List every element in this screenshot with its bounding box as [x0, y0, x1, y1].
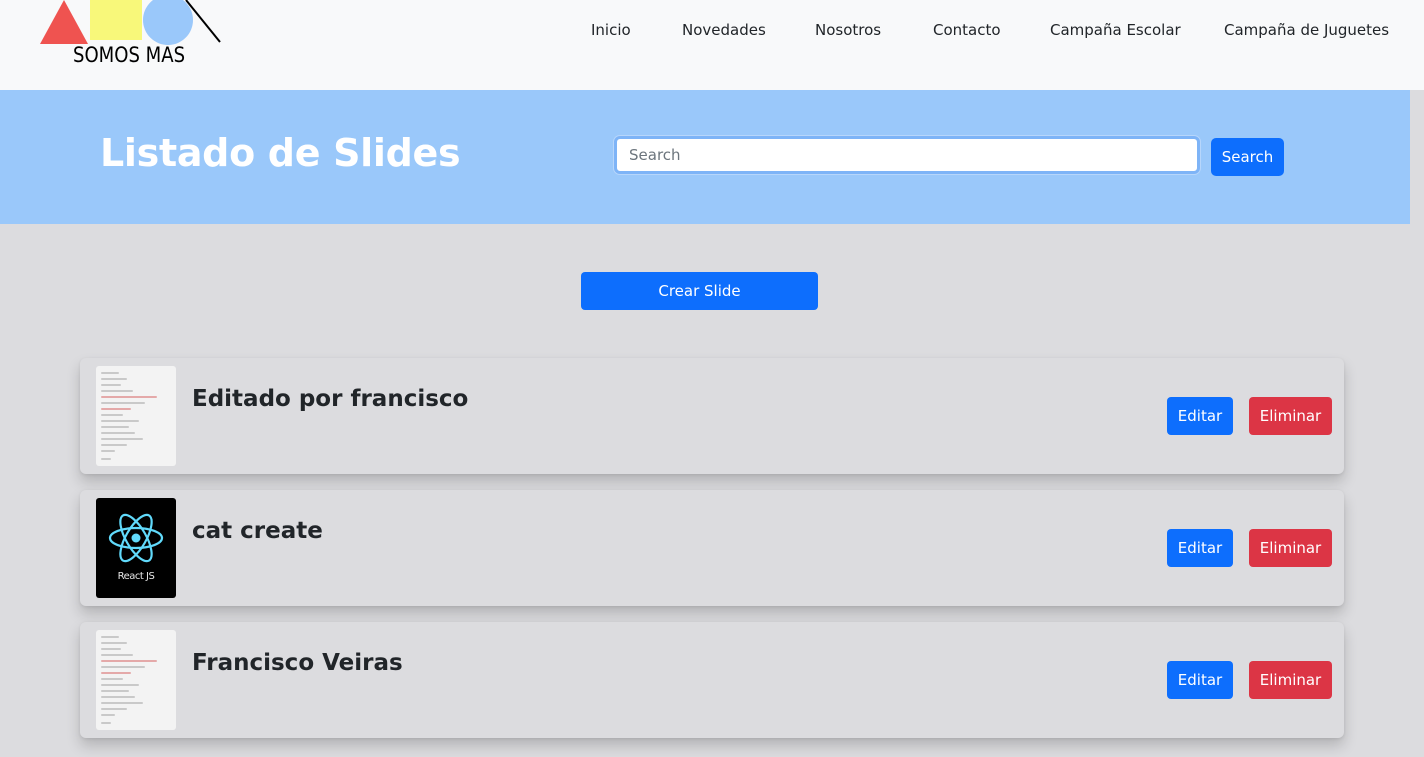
- react-logo-icon: [108, 513, 164, 563]
- delete-button[interactable]: Eliminar: [1249, 529, 1332, 567]
- slide-title: Francisco Veiras: [192, 650, 403, 676]
- edit-button[interactable]: Editar: [1167, 397, 1233, 435]
- slide-title: cat create: [192, 518, 323, 544]
- slide-title: Editado por francisco: [192, 386, 469, 412]
- slide-thumbnail: [96, 630, 176, 730]
- search-button[interactable]: Search: [1211, 138, 1284, 176]
- create-slide-button[interactable]: Crear Slide: [581, 272, 818, 310]
- page-title: Listado de Slides: [100, 131, 461, 175]
- nav-item-contacto[interactable]: Contacto: [933, 21, 1001, 39]
- slide-thumbnail: [96, 366, 176, 466]
- slide-card: React JS cat create Editar Eliminar: [80, 490, 1344, 606]
- delete-button[interactable]: Eliminar: [1249, 397, 1332, 435]
- delete-button[interactable]: Eliminar: [1249, 661, 1332, 699]
- slide-card: Francisco Veiras Editar Eliminar: [80, 622, 1344, 738]
- nav-item-campana-juguetes[interactable]: Campaña de Juguetes: [1224, 21, 1389, 39]
- edit-button[interactable]: Editar: [1167, 661, 1233, 699]
- logo-text: SOMOS MAS: [73, 43, 186, 67]
- thumbnail-caption: React JS: [117, 571, 155, 582]
- slide-thumbnail: React JS: [96, 498, 176, 598]
- hero-banner: Listado de Slides Search: [0, 90, 1410, 224]
- search-input[interactable]: [614, 136, 1200, 174]
- navbar: SOMOS MAS Inicio Novedades Nosotros Cont…: [0, 0, 1424, 90]
- nav-item-nosotros[interactable]: Nosotros: [815, 21, 881, 39]
- nav-item-novedades[interactable]: Novedades: [682, 21, 766, 39]
- nav-item-inicio[interactable]: Inicio: [591, 21, 631, 39]
- scrollbar[interactable]: [1410, 90, 1424, 757]
- edit-button[interactable]: Editar: [1167, 529, 1233, 567]
- slide-card: Editado por francisco Editar Eliminar: [80, 358, 1344, 474]
- nav-item-campana-escolar[interactable]: Campaña Escolar: [1050, 21, 1181, 39]
- nav-links: Inicio Novedades Nosotros Contacto Campa…: [0, 21, 1424, 41]
